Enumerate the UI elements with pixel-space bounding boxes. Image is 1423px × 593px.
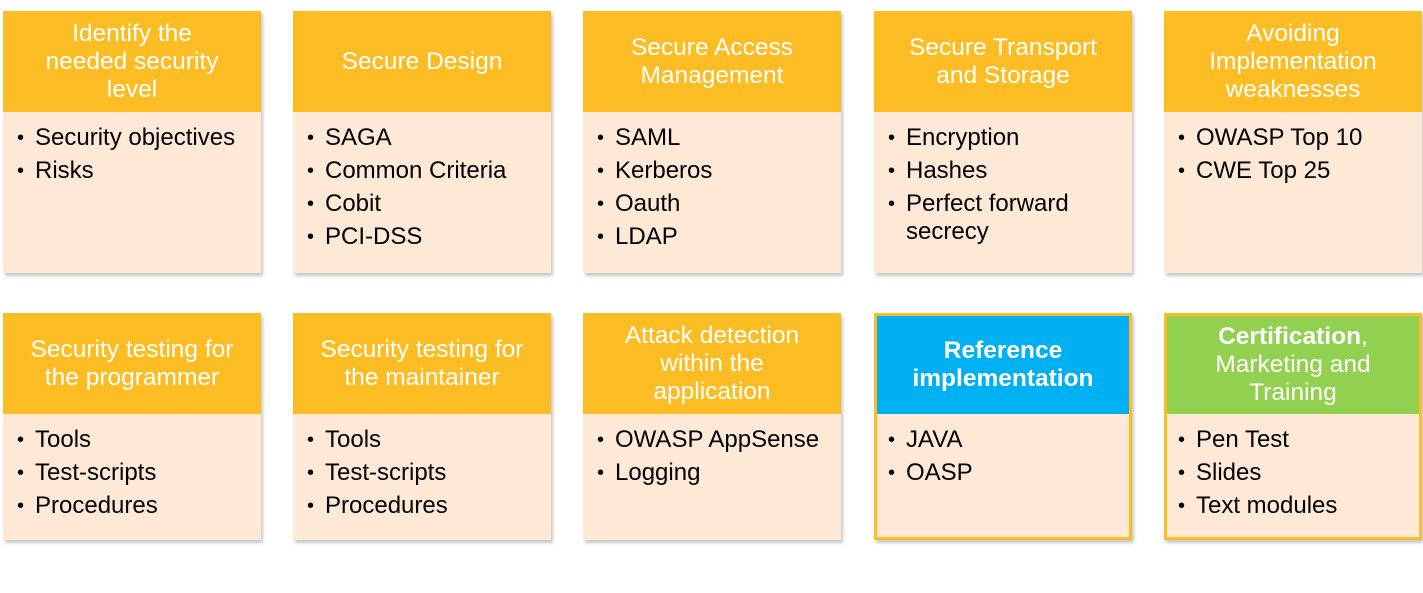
list-item: Kerberos bbox=[597, 157, 833, 185]
card-secure-access-management: Secure Access Management SAML Kerberos O… bbox=[583, 11, 841, 273]
list-item: Test-scripts bbox=[307, 459, 543, 487]
list-item: Procedures bbox=[307, 492, 543, 520]
bullet-list: Security objectives Risks bbox=[17, 124, 253, 185]
card-body: Tools Test-scripts Procedures bbox=[3, 414, 261, 540]
card-title: Avoiding Implementation weaknesses bbox=[1164, 11, 1422, 112]
list-item: Encryption bbox=[888, 124, 1124, 152]
list-item: SAML bbox=[597, 124, 833, 152]
list-item: Slides bbox=[1178, 459, 1411, 487]
card-title: Certification, Marketing and Training bbox=[1164, 313, 1422, 414]
list-item: Hashes bbox=[888, 157, 1124, 185]
card-body: JAVA OASP bbox=[874, 414, 1132, 540]
card-title-bold: Certification bbox=[1218, 323, 1362, 350]
bullet-list: OWASP Top 10 CWE Top 25 bbox=[1178, 124, 1414, 185]
card-title: Attack detection within the application bbox=[583, 313, 841, 414]
card-body: Encryption Hashes Perfect forward secrec… bbox=[874, 112, 1132, 273]
bullet-list: SAML Kerberos Oauth LDAP bbox=[597, 124, 833, 251]
card-title: Security testing for the programmer bbox=[3, 313, 261, 414]
card-testing-programmer: Security testing for the programmer Tool… bbox=[3, 313, 261, 540]
list-item: Security objectives bbox=[17, 124, 253, 152]
card-attack-detection: Attack detection within the application … bbox=[583, 313, 841, 540]
card-title: Secure Transport and Storage bbox=[874, 11, 1132, 112]
list-item: Oauth bbox=[597, 190, 833, 218]
list-item: Pen Test bbox=[1178, 426, 1411, 454]
card-title: Secure Design bbox=[293, 11, 551, 112]
card-secure-design: Secure Design SAGA Common Criteria Cobit… bbox=[293, 11, 551, 273]
card-reference-implementation: Reference implementation JAVA OASP bbox=[874, 313, 1132, 540]
list-item: Tools bbox=[307, 426, 543, 454]
list-item: OASP bbox=[888, 459, 1121, 487]
bullet-list: OWASP AppSense Logging bbox=[597, 426, 833, 487]
card-body: Tools Test-scripts Procedures bbox=[293, 414, 551, 540]
list-item: Text modules bbox=[1178, 492, 1411, 520]
bullet-list: Pen Test Slides Text modules bbox=[1178, 426, 1411, 520]
card-body: SAML Kerberos Oauth LDAP bbox=[583, 112, 841, 273]
list-item: Cobit bbox=[307, 190, 543, 218]
list-item: Test-scripts bbox=[17, 459, 253, 487]
bullet-list: Tools Test-scripts Procedures bbox=[307, 426, 543, 520]
card-body: SAGA Common Criteria Cobit PCI-DSS bbox=[293, 112, 551, 273]
card-title: Reference implementation bbox=[874, 313, 1132, 414]
list-item: SAGA bbox=[307, 124, 543, 152]
bullet-list: Encryption Hashes Perfect forward secrec… bbox=[888, 124, 1124, 246]
card-body: Security objectives Risks bbox=[3, 112, 261, 273]
bullet-list: SAGA Common Criteria Cobit PCI-DSS bbox=[307, 124, 543, 251]
list-item: CWE Top 25 bbox=[1178, 157, 1414, 185]
list-item: PCI-DSS bbox=[307, 223, 543, 251]
list-item: JAVA bbox=[888, 426, 1121, 454]
bullet-list: Tools Test-scripts Procedures bbox=[17, 426, 253, 520]
card-secure-transport-storage: Secure Transport and Storage Encryption … bbox=[874, 11, 1132, 273]
list-item: OWASP AppSense bbox=[597, 426, 833, 454]
list-item: Common Criteria bbox=[307, 157, 543, 185]
list-item: Perfect forward secrecy bbox=[888, 190, 1124, 246]
card-body: OWASP AppSense Logging bbox=[583, 414, 841, 540]
card-title: Identify the needed security level bbox=[3, 11, 261, 112]
card-body: Pen Test Slides Text modules bbox=[1164, 414, 1422, 540]
list-item: Procedures bbox=[17, 492, 253, 520]
card-identify-security-level: Identify the needed security level Secur… bbox=[3, 11, 261, 273]
list-item: Logging bbox=[597, 459, 833, 487]
card-title: Secure Access Management bbox=[583, 11, 841, 112]
card-body: OWASP Top 10 CWE Top 25 bbox=[1164, 112, 1422, 273]
card-avoiding-implementation-weaknesses: Avoiding Implementation weaknesses OWASP… bbox=[1164, 11, 1422, 273]
bullet-list: JAVA OASP bbox=[888, 426, 1121, 487]
card-testing-maintainer: Security testing for the maintainer Tool… bbox=[293, 313, 551, 540]
card-title: Security testing for the maintainer bbox=[293, 313, 551, 414]
list-item: Risks bbox=[17, 157, 253, 185]
list-item: LDAP bbox=[597, 223, 833, 251]
list-item: OWASP Top 10 bbox=[1178, 124, 1414, 152]
card-certification-marketing-training: Certification, Marketing and Training Pe… bbox=[1164, 313, 1422, 540]
list-item: Tools bbox=[17, 426, 253, 454]
